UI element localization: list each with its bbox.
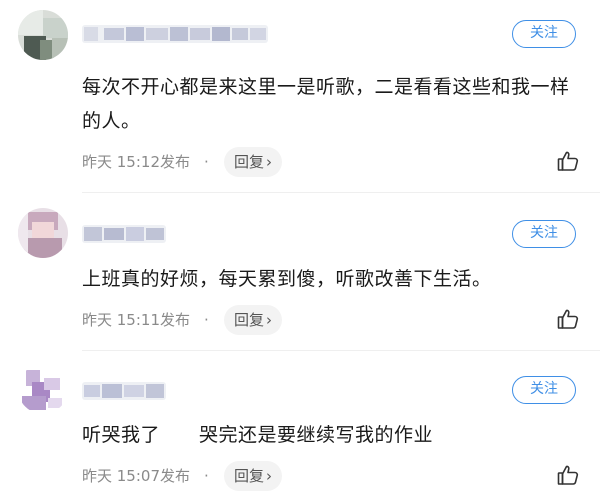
comment-text: 每次不开心都是来这里一是听歌，二是看看这些和我一样的人。 xyxy=(82,76,570,132)
divider xyxy=(82,192,600,193)
timestamp: 昨天 15:12发布 xyxy=(82,153,190,171)
username-blurred[interactable] xyxy=(82,382,166,400)
reply-label: 回复 xyxy=(234,467,265,485)
reply-button[interactable]: 回复 › xyxy=(224,147,283,177)
follow-button[interactable]: 关注 xyxy=(512,20,576,48)
avatar[interactable] xyxy=(18,208,68,258)
reply-label: 回复 xyxy=(234,311,265,329)
thumbs-up-icon[interactable] xyxy=(556,307,580,331)
reply-button[interactable]: 回复 › xyxy=(224,305,283,335)
follow-button[interactable]: 关注 xyxy=(512,376,576,404)
reply-button[interactable]: 回复 › xyxy=(224,461,283,491)
chevron-right-icon: › xyxy=(266,467,273,485)
reply-label: 回复 xyxy=(234,153,265,171)
separator-dot: · xyxy=(204,311,209,329)
chevron-right-icon: › xyxy=(266,153,273,171)
avatar[interactable] xyxy=(18,10,68,60)
divider xyxy=(82,350,600,351)
follow-button[interactable]: 关注 xyxy=(512,220,576,248)
chevron-right-icon: › xyxy=(266,311,273,329)
username-blurred[interactable] xyxy=(82,25,268,43)
thumbs-up-icon[interactable] xyxy=(556,463,580,487)
username-blurred[interactable] xyxy=(82,225,166,243)
comment-text: 上班真的好烦，每天累到傻，听歌改善下生活。 xyxy=(82,268,492,290)
separator-dot: · xyxy=(204,467,209,485)
thumbs-up-icon[interactable] xyxy=(556,149,580,173)
timestamp: 昨天 15:11发布 xyxy=(82,311,190,329)
separator-dot: · xyxy=(204,153,209,171)
comment-text: 听哭我了 哭完还是要继续写我的作业 xyxy=(82,424,434,446)
timestamp: 昨天 15:07发布 xyxy=(82,467,190,485)
avatar[interactable] xyxy=(18,364,68,414)
